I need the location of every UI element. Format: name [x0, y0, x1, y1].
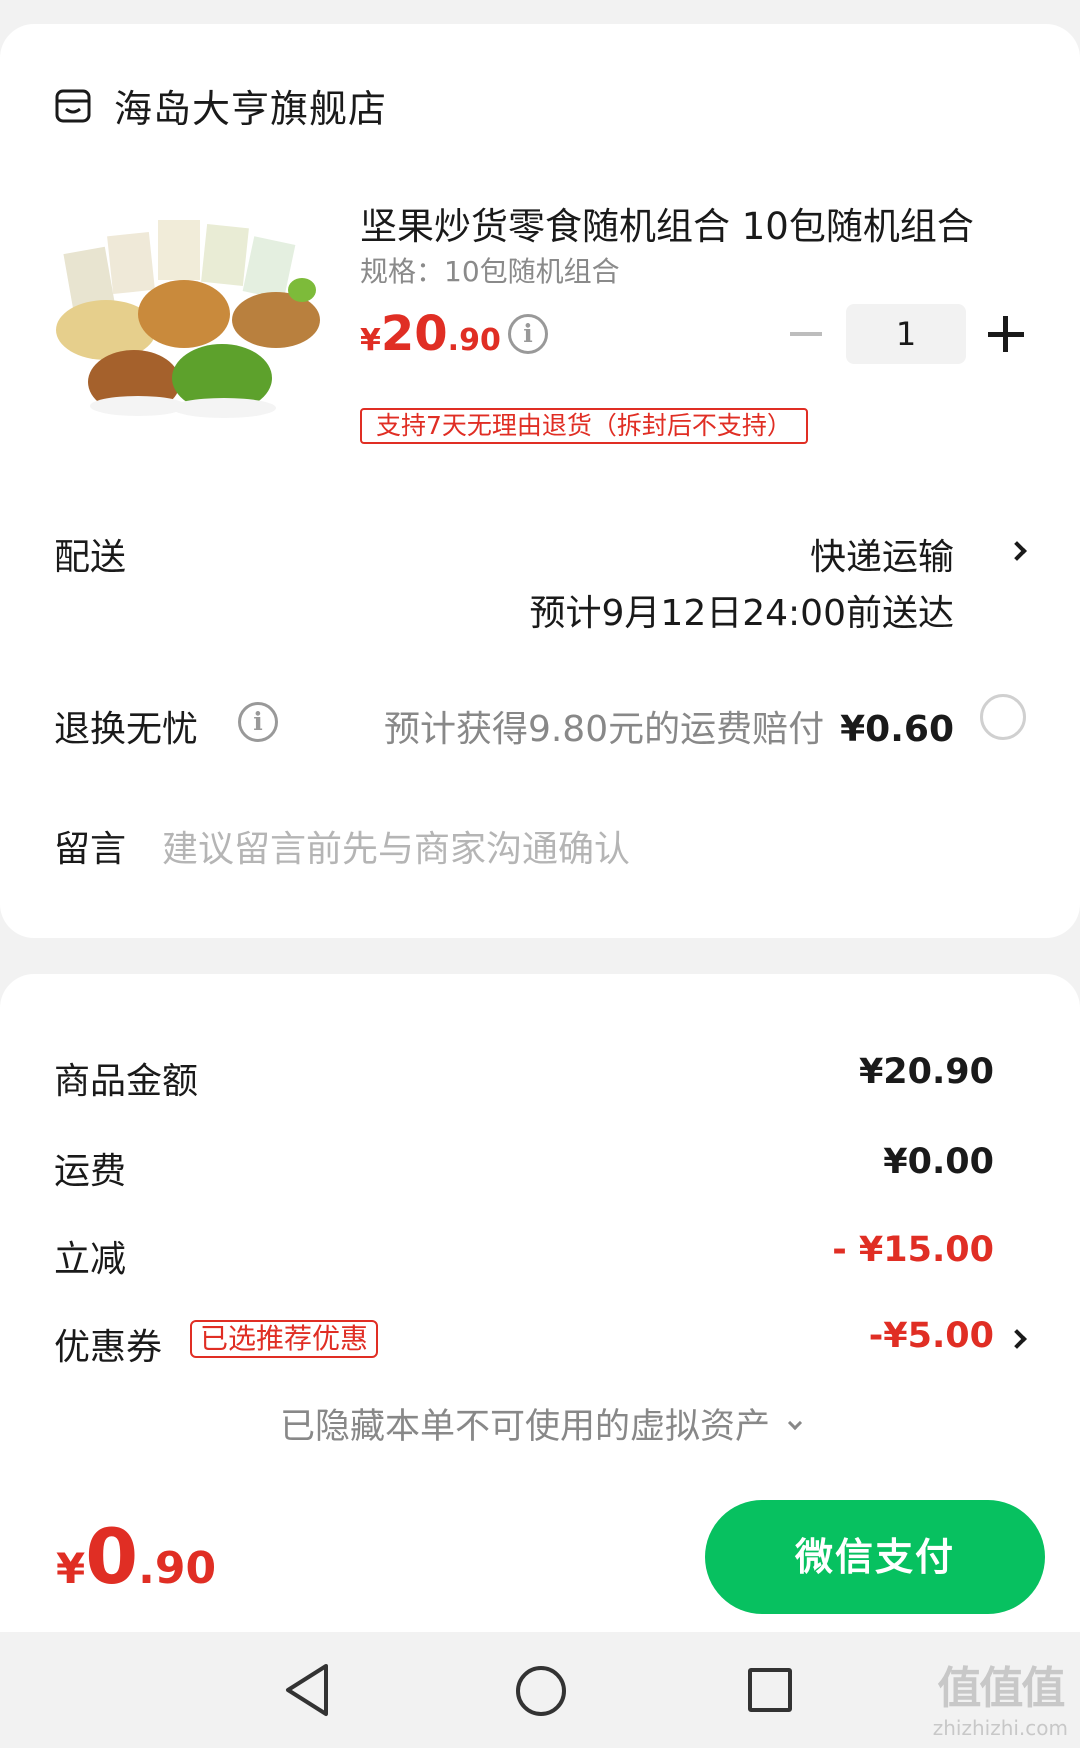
- hidden-assets-toggle[interactable]: 已隐藏本单不可使用的虚拟资产: [0, 1398, 1080, 1449]
- pay-bar: ¥0.90 微信支付: [0, 1482, 1080, 1632]
- watermark-logo: 值值值: [937, 1663, 1065, 1714]
- system-nav-bar: 值值值 zhizhizhi.com: [0, 1632, 1080, 1748]
- delivery-label: 配送: [54, 537, 127, 578]
- product-title: 坚果炒货零食随机组合 10包随机组合: [360, 205, 974, 248]
- order-card: [0, 24, 1080, 938]
- delivery-method[interactable]: 快递运输: [810, 528, 954, 580]
- total-decimal: .90: [138, 1543, 217, 1594]
- coupon-selected-badge: 已选推荐优惠: [190, 1320, 379, 1358]
- chevron-down-icon: [787, 1415, 803, 1431]
- watermark: 值值值 zhizhizhi.com: [933, 1652, 1068, 1740]
- quantity-input[interactable]: 1: [846, 304, 966, 364]
- product-image[interactable]: [54, 210, 324, 424]
- price-currency: ¥: [360, 323, 381, 358]
- message-label: 留言: [54, 829, 127, 870]
- quantity-minus-button[interactable]: [790, 332, 822, 336]
- coupon-value[interactable]: -¥5.00: [869, 1316, 994, 1356]
- price-integer: 20: [380, 306, 448, 362]
- total-price: ¥0.90: [56, 1512, 216, 1601]
- refund-worry-free-radio[interactable]: [980, 694, 1026, 740]
- shipping-fee-label: 运费: [54, 1151, 127, 1192]
- hidden-assets-text: 已隐藏本单不可使用的虚拟资产: [279, 1407, 770, 1447]
- refund-description-text: 预计获得9.80元的运费赔付: [383, 709, 825, 750]
- message-input[interactable]: 建议留言前先与商家沟通确认: [162, 820, 630, 872]
- wechat-pay-button[interactable]: 微信支付: [705, 1500, 1045, 1614]
- quantity-plus-button[interactable]: [988, 316, 1024, 352]
- refund-worry-free-description: 预计获得9.80元的运费赔付 ¥0.60: [384, 700, 954, 752]
- goods-amount-label: 商品金额: [54, 1061, 199, 1102]
- store-icon: [55, 89, 91, 122]
- total-currency: ¥: [56, 1544, 86, 1593]
- refund-info-icon[interactable]: i: [238, 702, 278, 742]
- product-spec: 规格：10包随机组合: [360, 255, 620, 288]
- instant-discount-label: 立减: [54, 1239, 127, 1280]
- goods-amount-value: ¥20.90: [858, 1052, 994, 1092]
- shop-header[interactable]: 海岛大亨旗舰店: [54, 78, 387, 133]
- refund-price: ¥0.60: [840, 709, 954, 750]
- delivery-eta: 预计9月12日24:00前送达: [529, 593, 954, 634]
- shop-name: 海岛大亨旗舰店: [114, 87, 388, 131]
- instant-discount-value: - ¥15.00: [832, 1230, 994, 1270]
- total-integer: 0: [85, 1512, 139, 1601]
- watermark-url: zhizhizhi.com: [932, 1716, 1068, 1740]
- back-icon[interactable]: [282, 1662, 332, 1718]
- return-policy-badge: 支持7天无理由退货（拆封后不支持）: [360, 408, 808, 444]
- shipping-fee-value: ¥0.00: [883, 1142, 994, 1182]
- price-decimal: .90: [447, 323, 501, 358]
- recent-apps-icon[interactable]: [748, 1668, 792, 1712]
- product-price: ¥20.90: [360, 306, 501, 362]
- coupon-label: 优惠券: [54, 1327, 163, 1368]
- price-info-icon[interactable]: i: [508, 314, 548, 354]
- home-icon[interactable]: [516, 1666, 566, 1716]
- refund-worry-free-label: 退换无忧: [54, 709, 199, 750]
